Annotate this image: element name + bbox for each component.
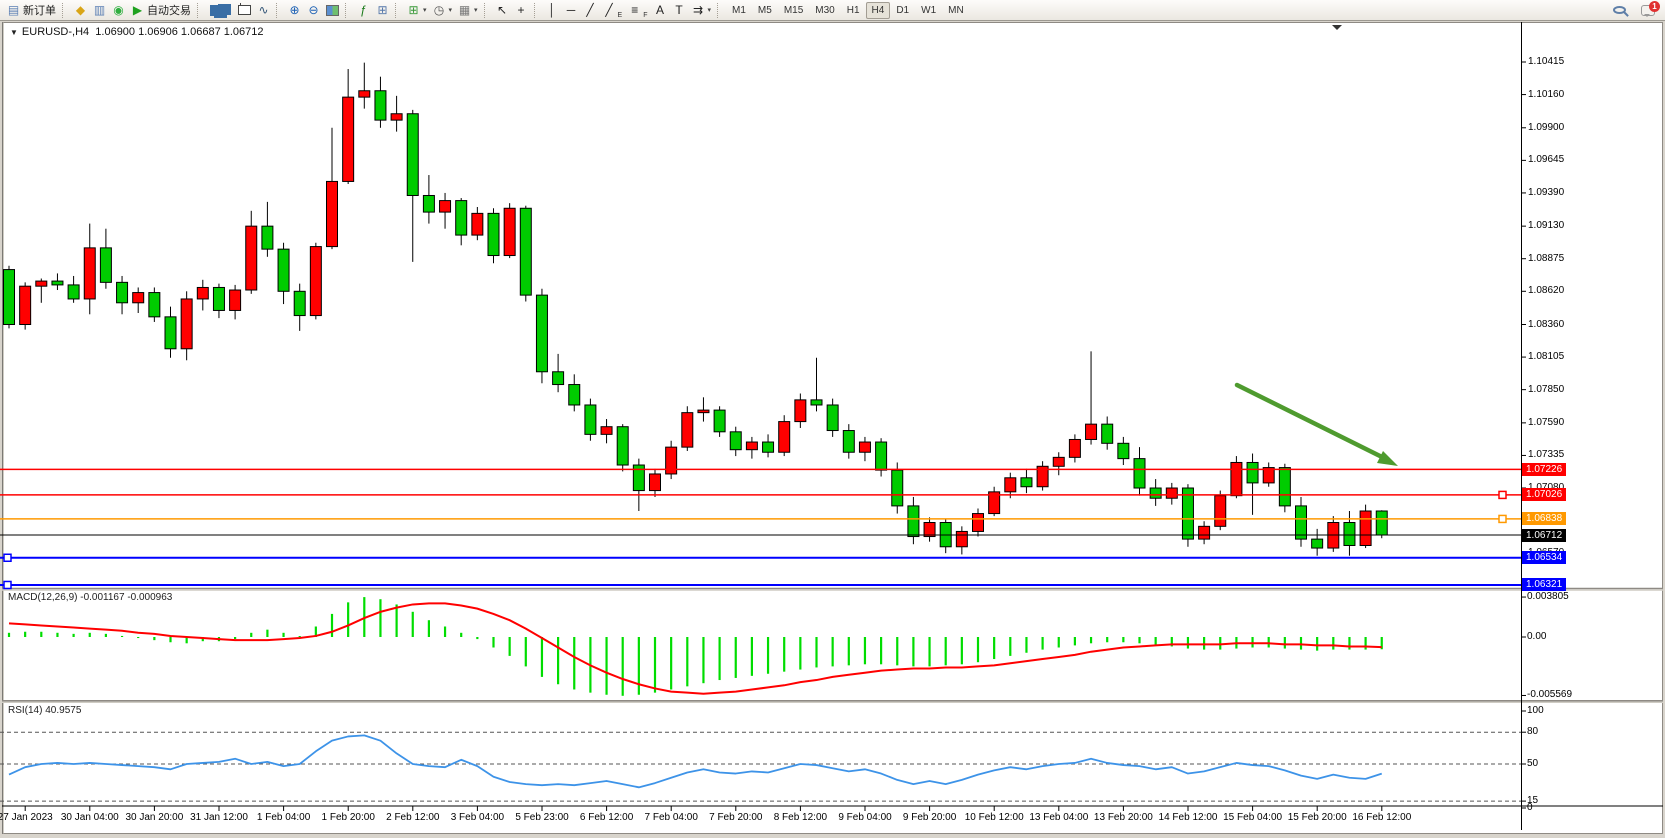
chart-canvas[interactable]	[0, 0, 1665, 838]
line-chart-button[interactable]: ∿	[254, 1, 273, 19]
symbol-period-label: EURUSD-,H4	[22, 26, 89, 38]
toolbar-buttons: ▤新订单◆▥◉▶自动交易∿⊕⊖ƒ⊞⊞▾◷▾▦▾↖+│─╱╱E≡FAT⇉▾M1M5…	[4, 1, 1613, 19]
tile-windows-icon	[326, 5, 339, 16]
timeframe-m5[interactable]: M5	[752, 2, 778, 19]
periods-menu-button[interactable]: ◷▾	[430, 1, 456, 19]
trend-arrow[interactable]	[1237, 385, 1382, 457]
bar-chart-icon	[210, 5, 223, 16]
timeframe-m30[interactable]: M30	[809, 2, 840, 19]
new-chart-icon: ⊞	[407, 3, 420, 17]
candlestick-chart-button[interactable]	[235, 1, 254, 19]
application-window: ▤新订单◆▥◉▶自动交易∿⊕⊖ƒ⊞⊞▾◷▾▦▾↖+│─╱╱E≡FAT⇉▾M1M5…	[0, 0, 1665, 838]
auto-trading-icon: ▶	[131, 3, 144, 17]
new-order-button[interactable]: ▤新订单	[4, 1, 59, 19]
arrows-icon: ⇉	[692, 3, 705, 17]
indicators-icon: ƒ	[357, 3, 370, 17]
auto-trading-button[interactable]: ▶自动交易	[128, 1, 194, 19]
caret-icon: ▾	[474, 6, 478, 14]
caret-icon: ▾	[423, 6, 427, 14]
rsi-line	[9, 735, 1382, 787]
ohlc-values: 1.06900 1.06906 1.06687 1.06712	[95, 26, 263, 38]
crosshair-icon: +	[515, 3, 528, 17]
chart-symbol-title: ▼ EURUSD-,H4 1.06900 1.06906 1.06687 1.06…	[10, 26, 264, 38]
text-label-icon: T	[673, 3, 686, 17]
main-toolbar: ▤新订单◆▥◉▶自动交易∿⊕⊖ƒ⊞⊞▾◷▾▦▾↖+│─╱╱E≡FAT⇉▾M1M5…	[0, 0, 1665, 21]
new-chart-button[interactable]: ⊞▾	[404, 1, 430, 19]
channel-button[interactable]: ╱E	[600, 1, 626, 19]
objects-list-button[interactable]: ⊞	[373, 1, 392, 19]
toolbar-separator	[276, 3, 282, 18]
zoom-in-icon: ⊕	[288, 3, 301, 17]
toolbar-separator	[345, 3, 351, 18]
navigator-icon: ▥	[93, 3, 106, 17]
notifications-icon[interactable]: 1	[1641, 5, 1655, 16]
market-watch-icon: ◆	[74, 3, 87, 17]
navigator-button[interactable]: ▥	[90, 1, 109, 19]
periods-menu-icon: ◷	[433, 3, 446, 17]
fibonacci-button[interactable]: ≡F	[625, 1, 650, 19]
macd-signal-line	[9, 603, 1382, 693]
line-anchor-marker[interactable]	[1499, 515, 1506, 522]
timeframe-h4[interactable]: H4	[866, 2, 891, 19]
trend-arrow-head[interactable]	[1377, 451, 1398, 466]
line-anchor-marker[interactable]	[1499, 491, 1506, 498]
cursor-button[interactable]: ↖	[493, 1, 512, 19]
toolbar-separator	[62, 3, 68, 18]
text-label-button[interactable]: T	[670, 1, 689, 19]
zoom-out-icon: ⊖	[307, 3, 320, 17]
auto-trading-button-label: 自动交易	[147, 2, 191, 18]
new-order-button-label: 新订单	[23, 2, 56, 18]
channel-icon: ╱	[603, 3, 616, 17]
hline-icon: ─	[565, 3, 578, 17]
arrows-button[interactable]: ⇉▾	[689, 1, 715, 19]
chart-shift-marker[interactable]	[1332, 25, 1342, 35]
timeframe-h1[interactable]: H1	[841, 2, 866, 19]
zoom-out-button[interactable]: ⊖	[304, 1, 323, 19]
signals-button[interactable]: ◉	[109, 1, 128, 19]
trendline-button[interactable]: ╱	[581, 1, 600, 19]
market-watch-button[interactable]: ◆	[71, 1, 90, 19]
line-chart-icon: ∿	[257, 3, 270, 17]
text-icon: A	[654, 3, 667, 17]
rsi-indicator-label: RSI(14) 40.9575	[8, 705, 81, 716]
vline-button[interactable]: │	[543, 1, 562, 19]
objects-list-icon: ⊞	[376, 3, 389, 17]
toolbar-right: 1	[1613, 5, 1661, 16]
fibonacci-icon: ≡	[628, 3, 641, 17]
text-button[interactable]: A	[651, 1, 670, 19]
candlestick-chart-icon	[238, 5, 251, 15]
toolbar-separator	[717, 3, 723, 18]
signals-icon: ◉	[112, 3, 125, 17]
line-anchor-marker[interactable]	[4, 581, 11, 588]
trendline-icon: ╱	[584, 3, 597, 17]
indicators-button[interactable]: ƒ	[354, 1, 373, 19]
macd-indicator-label: MACD(12,26,9) -0.001167 -0.000963	[8, 592, 172, 603]
caret-icon: ▾	[708, 6, 712, 14]
new-order-icon: ▤	[7, 3, 20, 17]
timeframe-m1[interactable]: M1	[726, 2, 752, 19]
zoom-in-button[interactable]: ⊕	[285, 1, 304, 19]
timeframe-mn[interactable]: MN	[942, 2, 970, 19]
crosshair-button[interactable]: +	[512, 1, 531, 19]
search-icon[interactable]	[1613, 6, 1626, 14]
line-anchor-marker[interactable]	[4, 554, 11, 561]
toolbar-separator	[534, 3, 540, 18]
templates-icon: ▦	[458, 3, 471, 17]
vline-icon: │	[546, 3, 559, 17]
cursor-icon: ↖	[496, 3, 509, 17]
toolbar-separator	[484, 3, 490, 18]
timeframe-m15[interactable]: M15	[778, 2, 809, 19]
tile-windows-button[interactable]	[323, 1, 342, 19]
toolbar-separator	[395, 3, 401, 18]
templates-button[interactable]: ▦▾	[455, 1, 481, 19]
toolbar-separator	[197, 3, 203, 18]
hline-button[interactable]: ─	[562, 1, 581, 19]
chevron-down-icon[interactable]: ▼	[10, 28, 18, 37]
notification-badge: 1	[1649, 1, 1660, 12]
timeframe-d1[interactable]: D1	[890, 2, 915, 19]
timeframe-w1[interactable]: W1	[915, 2, 942, 19]
caret-icon: ▾	[449, 6, 453, 14]
bar-chart-button[interactable]	[206, 1, 235, 19]
